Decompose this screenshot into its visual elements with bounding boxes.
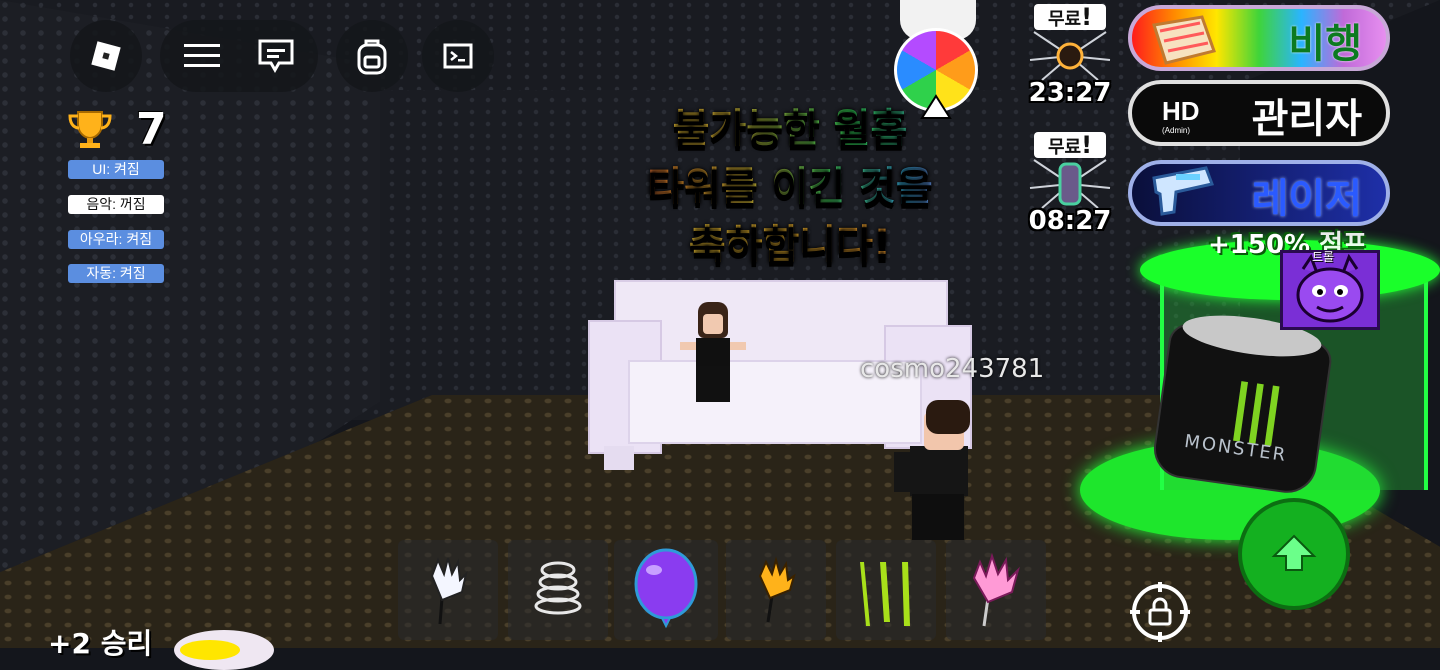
free-label-2: 무료	[1047, 137, 1082, 158]
player-nametag: cosmo243781	[860, 354, 1045, 384]
hotbar-slot-2[interactable]	[508, 540, 608, 640]
player-avatar	[890, 400, 980, 540]
banner-line-2: 타워를 이긴 것을	[600, 158, 980, 216]
roblox-menu-button[interactable]	[70, 20, 142, 92]
white-glove-stick-icon	[430, 557, 468, 625]
wins-popup: +2 승리	[48, 627, 153, 660]
monster-claw-icon	[860, 562, 910, 626]
console-button[interactable]	[422, 20, 494, 92]
chat-button[interactable]	[240, 20, 312, 92]
toggle-music[interactable]: 음악: 꺼짐	[68, 195, 164, 214]
congrats-banner: 불가능한 월홉 타워를 이긴 것을 축하합니다!	[600, 100, 980, 274]
chat-icon	[258, 39, 294, 74]
reward-timer-1: 23:27	[1028, 78, 1112, 108]
toggle-auto[interactable]: 자동: 켜짐	[68, 264, 164, 283]
backpack-button[interactable]	[336, 20, 408, 92]
laser-label: 레이저	[1251, 176, 1362, 222]
toggle-ui[interactable]: UI: 켜짐	[68, 160, 164, 179]
hotbar-slot-1[interactable]	[398, 540, 498, 640]
free-reward-1[interactable]: 무료! 23:27	[1020, 2, 1120, 117]
wheel-pointer-icon	[920, 94, 952, 119]
trophy-counter: 7	[66, 104, 176, 155]
gold-glove-stick-icon	[758, 556, 796, 623]
trophy-count: 7	[136, 104, 167, 155]
banner-line-3: 축하합니다!	[600, 216, 980, 274]
free-tag-1: 무료!	[1034, 4, 1106, 30]
seated-avatar	[678, 302, 748, 402]
free-bang-1: !	[1081, 3, 1093, 31]
spring-coil-icon	[534, 561, 582, 615]
laser-button[interactable]: 레이저	[1128, 160, 1390, 226]
free-bang-2: !	[1081, 131, 1093, 159]
purple-balloon-icon	[634, 548, 698, 629]
free-reward-2[interactable]: 무료! 08:27	[1020, 130, 1120, 245]
free-label-1: 무료	[1047, 9, 1082, 30]
monster-can: ||| MONSTER	[1150, 308, 1334, 497]
fly-label: 비행	[1288, 21, 1362, 67]
free-tag-2: 무료!	[1034, 132, 1106, 158]
trophy-icon	[68, 111, 112, 148]
shift-lock-button[interactable]	[1128, 580, 1192, 644]
rainbow-carpet-icon	[1152, 15, 1216, 65]
hotbar-slot-5[interactable]	[836, 540, 936, 640]
wins-orb-glow	[180, 640, 240, 660]
troll-label: 트롤	[1312, 250, 1335, 264]
fly-button[interactable]: 비행	[1128, 5, 1390, 71]
laser-gun-icon	[1152, 166, 1215, 216]
pink-glove-stick-icon	[972, 552, 1020, 627]
admin-button[interactable]: HD (Admin) 관리자	[1128, 80, 1390, 146]
hotbar-slot-3[interactable]	[614, 540, 718, 640]
hd-admin-badge: HD	[1162, 96, 1200, 126]
jump-button[interactable]	[1238, 498, 1350, 610]
hotbar-slot-6[interactable]	[946, 540, 1046, 640]
jump-arrow-icon	[1271, 534, 1317, 571]
menu-button[interactable]	[166, 20, 238, 92]
roblox-logo-icon	[91, 41, 121, 71]
shift-lock-icon	[1130, 582, 1190, 642]
admin-label: 관리자	[1251, 96, 1362, 142]
hamburger-menu-icon	[184, 44, 220, 67]
toggle-aura[interactable]: 아우라: 켜짐	[68, 230, 164, 249]
reward-timer-2: 08:27	[1028, 206, 1112, 236]
terminal-icon	[443, 43, 473, 69]
hotbar-slot-4[interactable]	[726, 540, 826, 640]
backpack-icon	[357, 39, 387, 75]
hd-admin-sub: (Admin)	[1162, 126, 1191, 135]
